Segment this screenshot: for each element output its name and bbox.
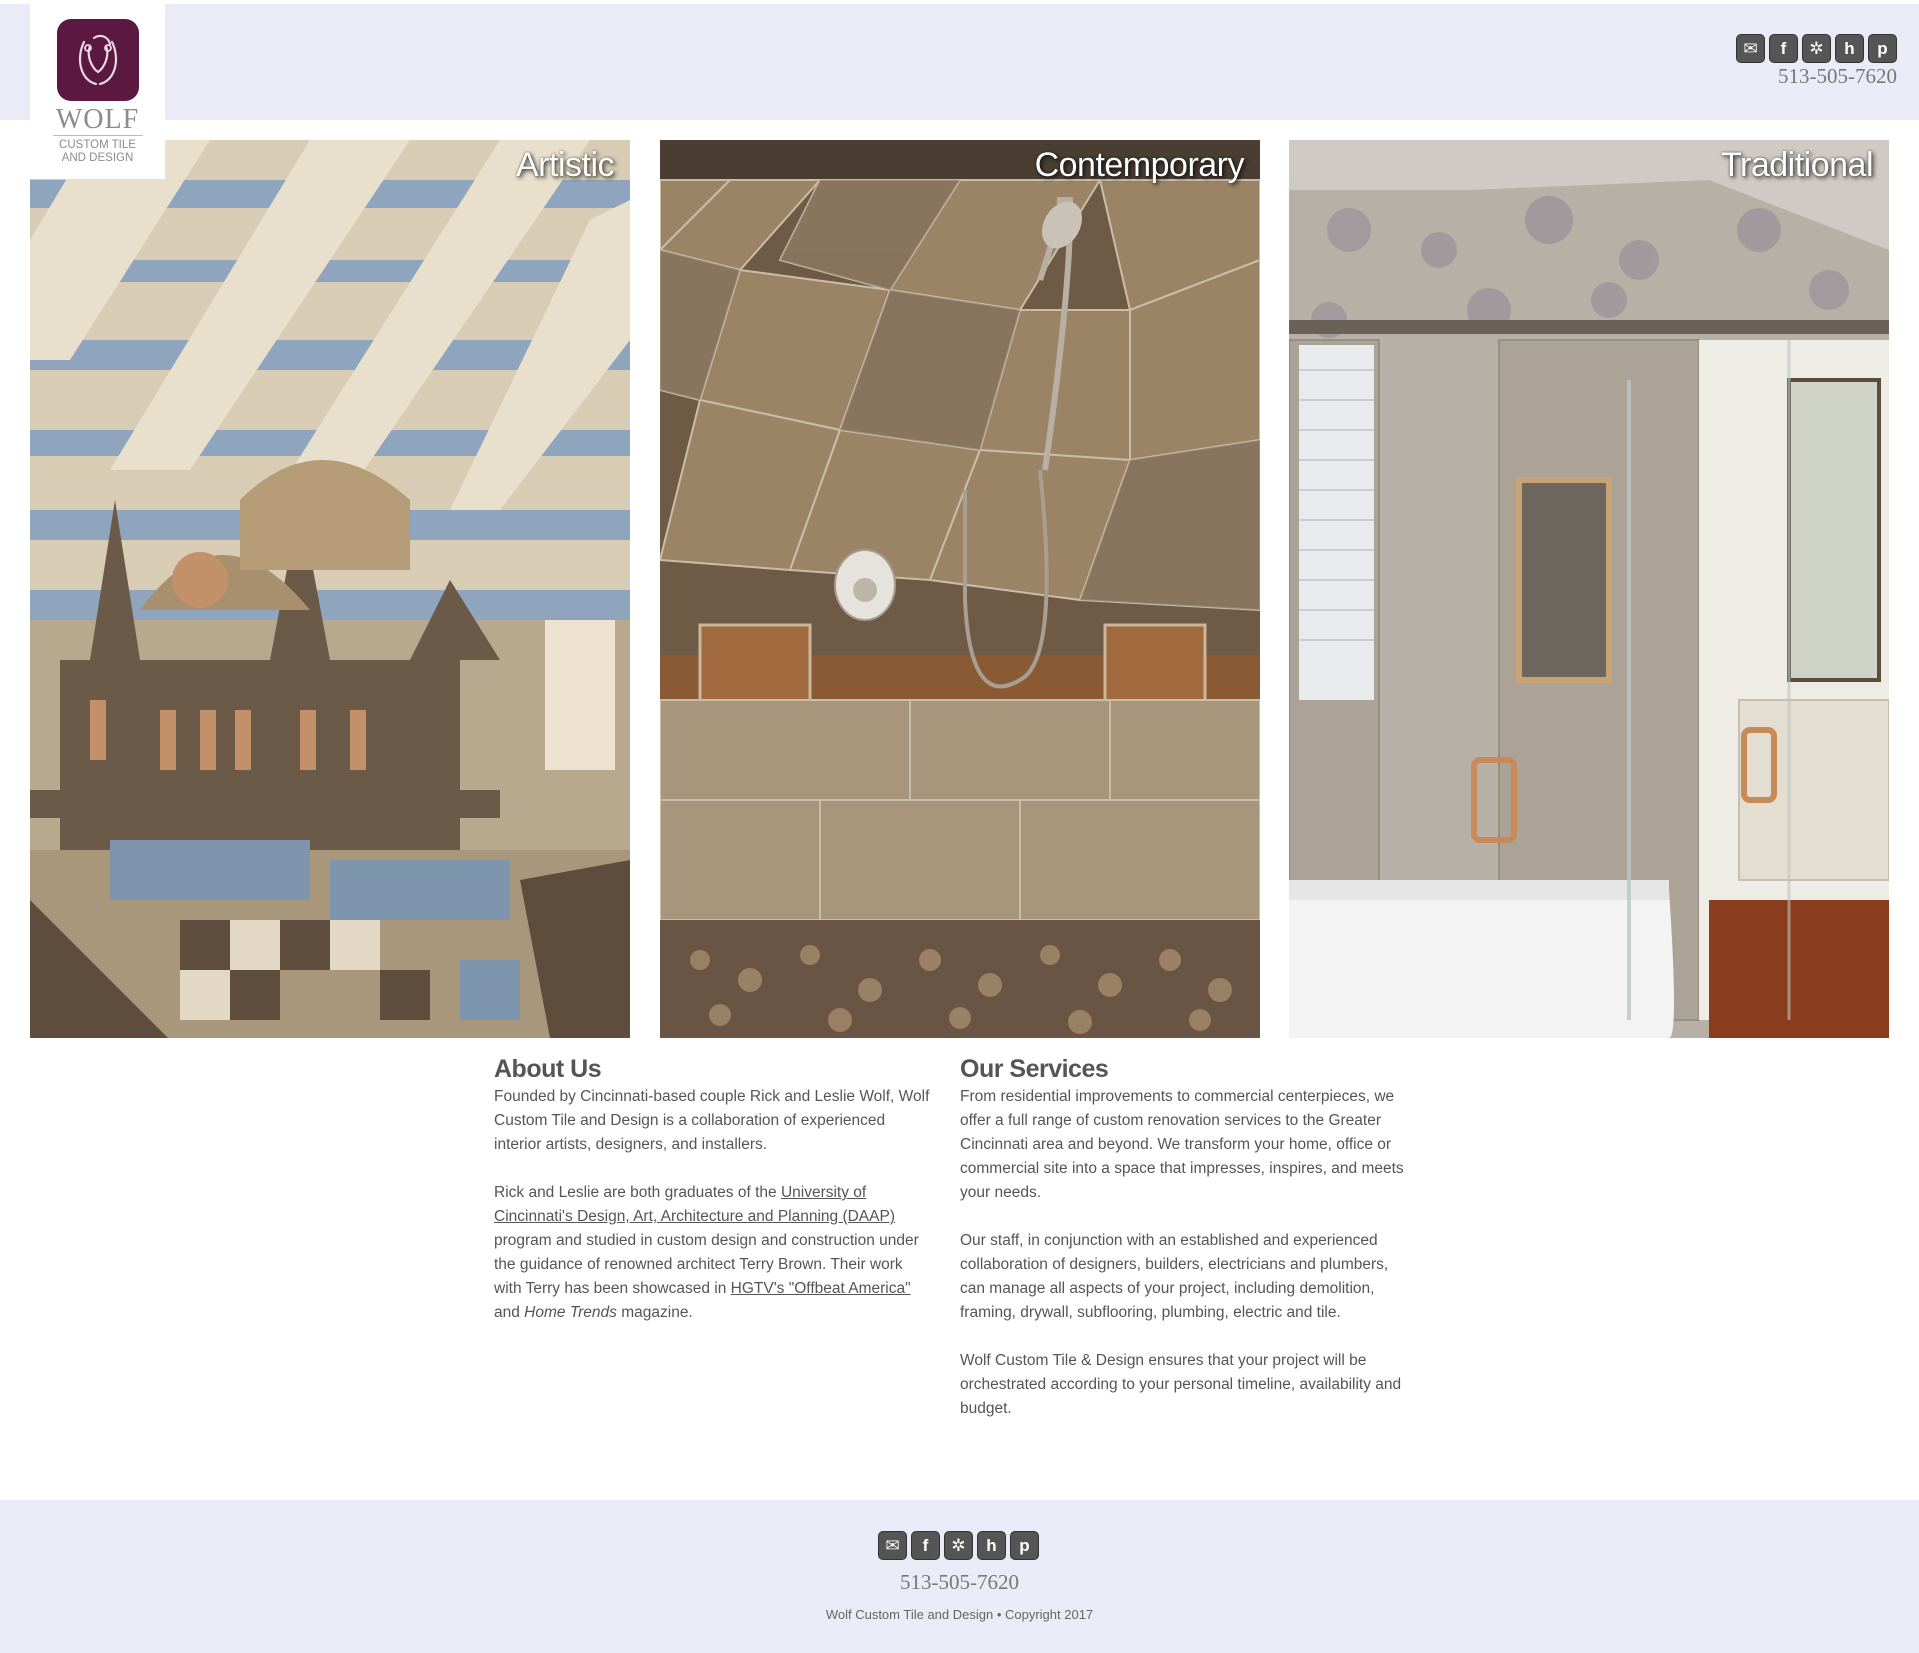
pinterest-icon[interactable]: p	[1010, 1531, 1039, 1560]
header-phone[interactable]: 513-505-7620	[1778, 64, 1897, 89]
panel-title-traditional[interactable]: Traditional	[1721, 146, 1873, 185]
footer-phone[interactable]: 513-505-7620	[0, 1570, 1919, 1595]
about-paragraph-2: Rick and Leslie are both graduates of th…	[494, 1181, 934, 1325]
home-trends-title: Home Trends	[524, 1304, 617, 1321]
services-paragraph-2: Our staff, in conjunction with an establ…	[960, 1232, 1389, 1321]
services-paragraph-1: From residential improvements to commerc…	[960, 1088, 1404, 1201]
about-p2-and: and	[494, 1304, 525, 1321]
hgtv-link[interactable]: HGTV's "Offbeat America"	[731, 1280, 911, 1297]
about-p2-start: Rick and Leslie are both graduates of th…	[494, 1184, 781, 1201]
services-heading: Our Services	[960, 1055, 1109, 1083]
about-section: About Us Founded by Cincinnati-based cou…	[494, 1053, 934, 1349]
logo-wordmark: WOLF	[55, 104, 140, 135]
panel-title-contemporary[interactable]: Contemporary	[1035, 146, 1245, 185]
about-paragraph-1: Founded by Cincinnati-based couple Rick …	[494, 1088, 930, 1153]
site-footer: ✉ f ✲ h p 513-505-7620 Wolf Custom Tile …	[0, 1500, 1919, 1653]
gallery-panel-traditional[interactable]: Traditional	[1289, 140, 1889, 1038]
email-icon[interactable]: ✉	[1736, 34, 1765, 63]
site-header	[0, 4, 1919, 120]
footer-social-links: ✉ f ✲ h p	[878, 1531, 1039, 1560]
logo-tagline: CUSTOM TILE AND DESIGN	[52, 135, 143, 165]
houzz-icon[interactable]: h	[977, 1531, 1006, 1560]
artistic-mosaic-image	[30, 140, 630, 1038]
pinterest-icon[interactable]: p	[1868, 34, 1897, 63]
facebook-icon[interactable]: f	[911, 1531, 940, 1560]
services-section: Our Services From residential improvemen…	[960, 1053, 1405, 1445]
wolf-logo-icon	[56, 19, 139, 101]
facebook-icon[interactable]: f	[1769, 34, 1798, 63]
about-heading: About Us	[494, 1055, 602, 1083]
houzz-icon[interactable]: h	[1835, 34, 1864, 63]
traditional-bathroom-image	[1289, 140, 1889, 1038]
yelp-icon[interactable]: ✲	[1802, 34, 1831, 63]
panel-title-artistic[interactable]: Artistic	[516, 146, 615, 185]
yelp-icon[interactable]: ✲	[944, 1531, 973, 1560]
gallery-panel-contemporary[interactable]: Contemporary	[660, 140, 1260, 1038]
header-social-links: ✉ f ✲ h p	[1736, 34, 1897, 63]
about-p2-end: magazine.	[616, 1304, 693, 1321]
gallery-panel-artistic[interactable]: Artistic	[30, 140, 630, 1038]
services-paragraph-3: Wolf Custom Tile & Design ensures that y…	[960, 1352, 1402, 1417]
site-logo[interactable]: WOLF CUSTOM TILE AND DESIGN	[30, 4, 165, 179]
contemporary-shower-image	[660, 140, 1260, 1038]
email-icon[interactable]: ✉	[878, 1531, 907, 1560]
footer-copyright: Wolf Custom Tile and Design • Copyright …	[825, 1607, 1094, 1622]
